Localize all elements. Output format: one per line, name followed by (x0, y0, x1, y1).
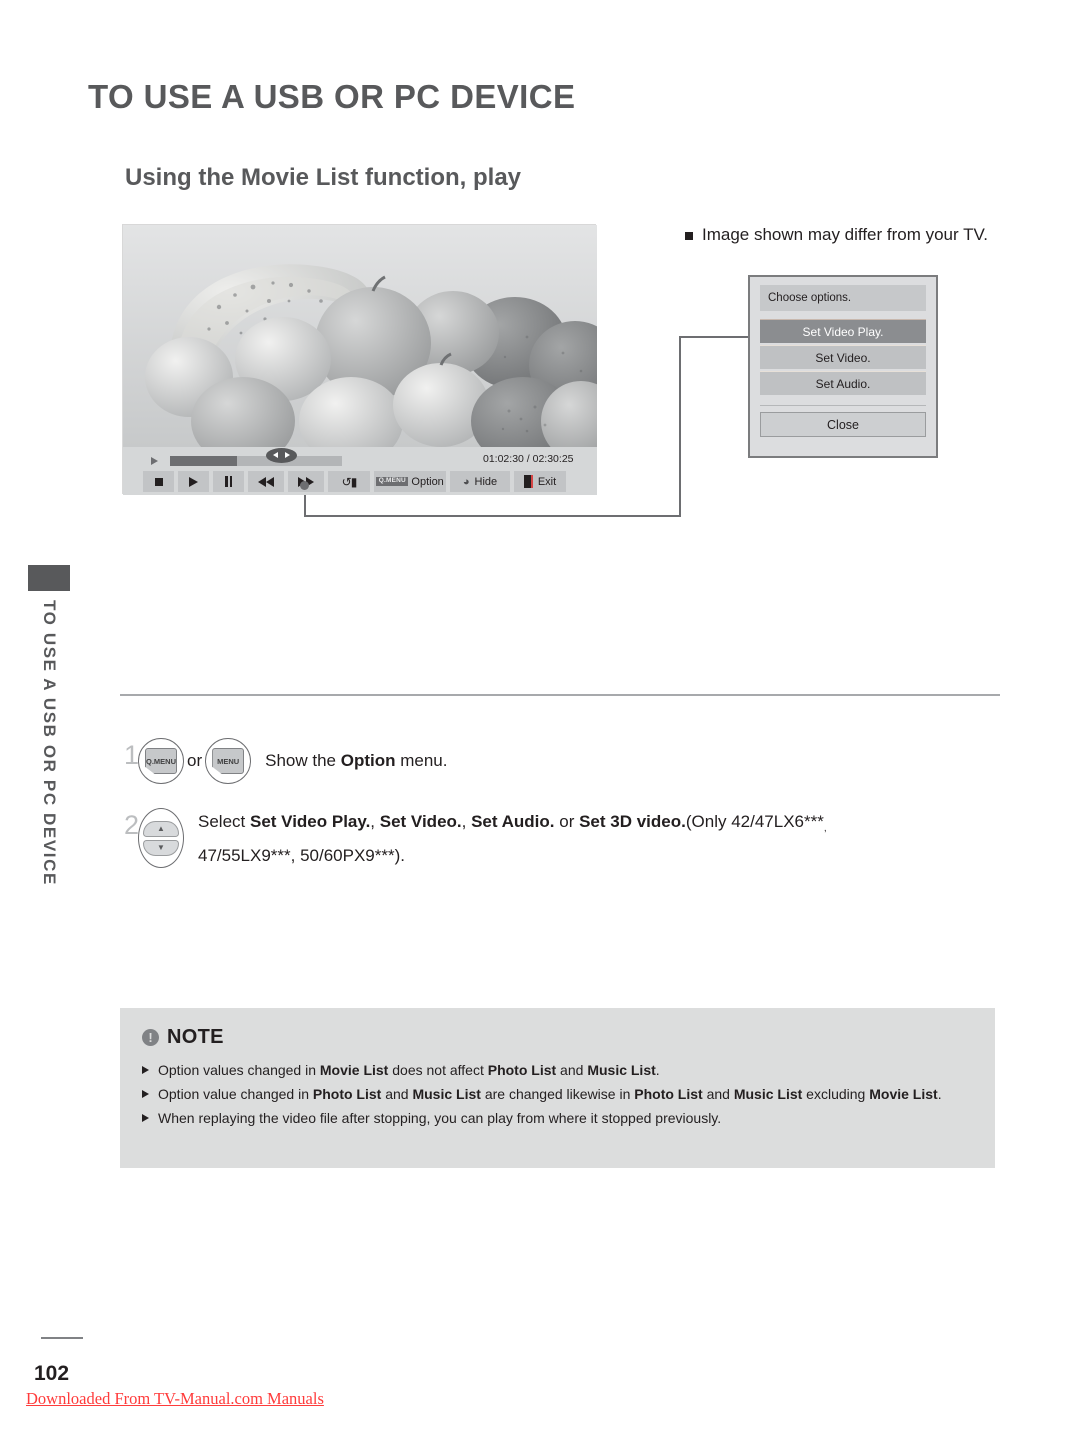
footer-rule (41, 1337, 83, 1339)
exit-button[interactable]: Exit (514, 471, 566, 492)
step-2-sep-3: or (554, 812, 580, 831)
note-item-text: Option values changed in Movie List does… (158, 1062, 660, 1078)
exclamation-icon: ! (142, 1029, 159, 1046)
note-box: ! NOTE Option values changed in Movie Li… (120, 1008, 995, 1168)
step-1-number: 1 (124, 740, 140, 770)
callout-anchor-dot (300, 481, 309, 490)
seek-left-right-icon[interactable] (266, 448, 297, 463)
rewind-button[interactable] (248, 471, 284, 492)
osd-divider (760, 405, 926, 406)
step-2-suffix: (Only 42/47LX6*** (685, 812, 824, 831)
note-item-text: When replaying the video file after stop… (158, 1110, 722, 1126)
hide-button[interactable]: ◕ Hide (450, 471, 510, 492)
osd-item-set-video[interactable]: Set Video. (760, 345, 926, 369)
menu-key-button[interactable]: MENU (205, 738, 252, 784)
osd-options-dialog: Choose options. Set Video Play. Set Vide… (748, 275, 938, 458)
side-tab-label: TO USE A USB OR PC DEVICE (40, 600, 59, 886)
note-title: NOTE (167, 1026, 224, 1048)
square-bullet-icon (685, 232, 693, 240)
up-down-rocker-button[interactable]: ▲ ▼ (138, 808, 184, 868)
repeat-icon: ↺▮ (341, 474, 358, 489)
stop-icon (154, 477, 163, 486)
menu-keycap-label: MENU (212, 748, 245, 774)
page-number: 102 (34, 1362, 70, 1385)
pause-button[interactable] (213, 471, 244, 492)
figure-caption: Image shown may differ from your TV. (685, 225, 988, 245)
play-button[interactable] (178, 471, 209, 492)
caret-right-icon (142, 1114, 149, 1122)
exit-icon (523, 475, 533, 488)
step-1-or-text: or (187, 751, 203, 770)
step-2-superscript: , (823, 823, 827, 834)
note-header: ! NOTE (142, 1026, 973, 1049)
osd-item-set-video-play[interactable]: Set Video Play. (760, 319, 926, 343)
step-2-line2: 47/55LX9***, 50/60PX9***). (198, 846, 405, 865)
progress-fill (170, 456, 237, 466)
note-item-text: Option value changed in Photo List and M… (158, 1086, 942, 1102)
step-1-text: Show the Option menu. (265, 738, 447, 784)
qmenu-badge-icon: Q.MENU (376, 476, 409, 487)
step-2-number: 2 (124, 810, 140, 840)
step-2-prefix: Select (198, 812, 250, 831)
step-2-bold-1: Set Video Play. (249, 812, 371, 831)
step-2-sep-2: , (461, 812, 472, 831)
progress-row: 01:02:30 / 02:30:25 (123, 448, 597, 470)
caret-right-icon (142, 1090, 149, 1098)
fruit-photo (123, 225, 597, 447)
qmenu-key-button[interactable]: Q.MENU (138, 738, 184, 784)
note-item: When replaying the video file after stop… (142, 1107, 973, 1129)
step-2-text: Select Set Video Play., Set Video., Set … (198, 808, 827, 869)
step-2-bold-3: Set Audio. (471, 812, 555, 831)
option-button-label: Option (411, 475, 444, 488)
hide-icon: ◕ (462, 475, 470, 488)
step-1-text-bold: Option (340, 751, 396, 770)
step-2-bold-2: Set Video. (379, 812, 462, 831)
repeat-button[interactable]: ↺▮ (328, 471, 370, 492)
callout-connector (304, 336, 748, 517)
play-icon (189, 476, 198, 487)
note-item: Option values changed in Movie List does… (142, 1059, 973, 1081)
rocker-down-icon[interactable]: ▼ (143, 839, 179, 856)
qmenu-keycap-label: Q.MENU (145, 748, 177, 774)
figure-caption-text: Image shown may differ from your TV. (702, 225, 988, 244)
exit-button-label: Exit (537, 475, 557, 488)
progress-bar[interactable] (170, 448, 342, 466)
option-button[interactable]: Q.MENU Option (374, 471, 446, 492)
rewind-icon (258, 476, 274, 487)
player-button-row: ↺▮ Q.MENU Option ◕ Hide Exit (143, 471, 566, 492)
osd-close-button[interactable]: Close (760, 412, 926, 437)
side-tab-marker (28, 565, 70, 591)
step-1: 1 Q.MENU or MENU Show the Option menu. (124, 738, 447, 784)
tv-screen-figure: 01:02:30 / 02:30:25 ↺▮ Q.MENU Option ◕ H… (122, 224, 597, 495)
download-source-link[interactable]: Downloaded From TV-Manual.com Manuals (26, 1389, 324, 1409)
time-display: 01:02:30 / 02:30:25 (483, 453, 574, 465)
video-player-controls: 01:02:30 / 02:30:25 ↺▮ Q.MENU Option ◕ H… (123, 447, 597, 495)
step-2: 2 ▲ ▼ Select Set Video Play., Set Video.… (124, 808, 827, 869)
section-title: Using the Movie List function, play (125, 164, 522, 191)
stop-button[interactable] (143, 471, 174, 492)
step-1-text-after: menu. (395, 751, 448, 770)
rocker-up-icon[interactable]: ▲ (143, 820, 179, 837)
playing-indicator-icon (151, 457, 158, 465)
caret-right-icon (142, 1066, 149, 1074)
section-divider (120, 694, 1000, 696)
osd-item-set-audio[interactable]: Set Audio. (760, 371, 926, 395)
pause-icon (225, 476, 232, 487)
step-2-bold-4: Set 3D video. (579, 812, 686, 831)
step-1-text-before: Show the (265, 751, 341, 770)
hide-button-label: Hide (474, 475, 498, 488)
osd-dialog-title: Choose options. (760, 285, 926, 311)
step-2-sep-1: , (370, 812, 380, 831)
page-title: TO USE A USB OR PC DEVICE (88, 78, 576, 115)
note-item: Option value changed in Photo List and M… (142, 1083, 973, 1105)
